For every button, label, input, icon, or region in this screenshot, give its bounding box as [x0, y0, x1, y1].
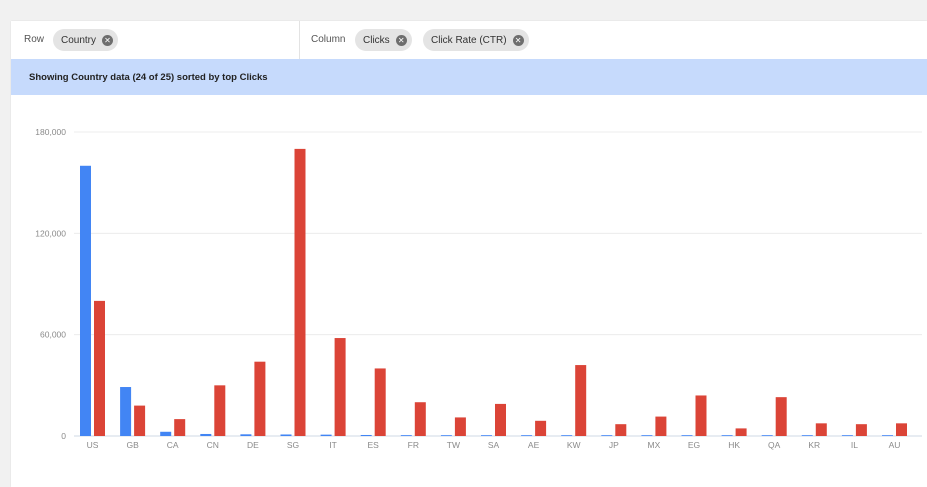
- x-tick-label: FR: [408, 440, 419, 450]
- bar-gb-ctr: [134, 405, 146, 436]
- y-tick-label: 120,000: [35, 228, 66, 238]
- x-tick-label: HK: [728, 440, 740, 450]
- x-tick-label: US: [87, 440, 99, 450]
- bar-ae-clicks: [521, 435, 533, 436]
- bar-tw-clicks: [440, 435, 452, 436]
- bar-au-clicks: [882, 435, 893, 436]
- x-tick-label: QA: [768, 440, 781, 450]
- bar-sa-clicks: [481, 435, 492, 436]
- bar-sg-ctr: [294, 148, 306, 436]
- bar-sa-ctr: [495, 403, 506, 436]
- x-tick-label: TW: [447, 440, 460, 450]
- x-tick-label: KW: [567, 440, 581, 450]
- x-tick-label: KR: [808, 440, 820, 450]
- bar-ae-ctr: [535, 420, 547, 436]
- bar-il-ctr: [855, 424, 867, 436]
- bar-it-ctr: [334, 338, 346, 436]
- bar-cn-clicks: [200, 433, 212, 436]
- x-tick-label: IL: [851, 440, 858, 450]
- x-tick-label: CN: [207, 440, 219, 450]
- bar-au-ctr: [896, 423, 907, 436]
- bar-ca-clicks: [160, 431, 172, 436]
- bar-ca-ctr: [174, 419, 186, 436]
- bar-kw-ctr: [575, 365, 587, 436]
- bar-chart: 0 60,000 120,000 180,000 US GB CA CN DE SG IT ES FR T…: [35, 127, 922, 450]
- x-tick-label: JP: [609, 440, 619, 450]
- bar-gb-clicks: [120, 387, 132, 436]
- bar-qa-ctr: [775, 397, 787, 436]
- bar-hk-ctr: [735, 428, 747, 436]
- x-tick-label: EG: [688, 440, 700, 450]
- x-tick-label: SA: [488, 440, 500, 450]
- bar-mx-ctr: [655, 416, 667, 436]
- bar-kr-clicks: [801, 435, 813, 436]
- x-tick-label: MX: [648, 440, 661, 450]
- bar-de-clicks: [240, 434, 252, 436]
- x-tick-label: GB: [126, 440, 139, 450]
- bar-us-clicks: [80, 165, 91, 436]
- x-tick-label: ES: [368, 440, 380, 450]
- bar-de-ctr: [254, 361, 266, 436]
- y-tick-label: 60,000: [40, 330, 66, 340]
- bar-jp-clicks: [601, 435, 613, 436]
- x-tick-label: AE: [528, 440, 540, 450]
- bar-eg-clicks: [681, 435, 693, 436]
- bar-es-ctr: [374, 368, 386, 436]
- bar-fr-ctr: [414, 402, 426, 436]
- bar-mx-clicks: [641, 435, 653, 436]
- bar-it-clicks: [320, 434, 332, 436]
- x-tick-label: CA: [167, 440, 179, 450]
- bar-eg-ctr: [695, 395, 707, 436]
- bar-kr-ctr: [815, 423, 827, 436]
- x-tick-label: SG: [287, 440, 299, 450]
- x-tick-label: AU: [889, 440, 901, 450]
- bar-us-ctr: [94, 300, 105, 436]
- bar-tw-ctr: [454, 417, 466, 436]
- y-tick-label: 0: [61, 431, 66, 441]
- bar-cn-ctr: [214, 385, 226, 436]
- bar-sg-clicks: [280, 434, 292, 436]
- bar-fr-clicks: [400, 435, 412, 436]
- bar-il-clicks: [841, 435, 853, 436]
- bar-hk-clicks: [721, 435, 733, 436]
- y-tick-label: 180,000: [35, 127, 66, 137]
- x-tick-label: DE: [247, 440, 259, 450]
- x-tick-label: IT: [329, 440, 337, 450]
- bar-es-clicks: [360, 434, 372, 436]
- bar-jp-ctr: [615, 424, 627, 436]
- bar-kw-clicks: [561, 435, 573, 436]
- bar-qa-clicks: [761, 435, 773, 436]
